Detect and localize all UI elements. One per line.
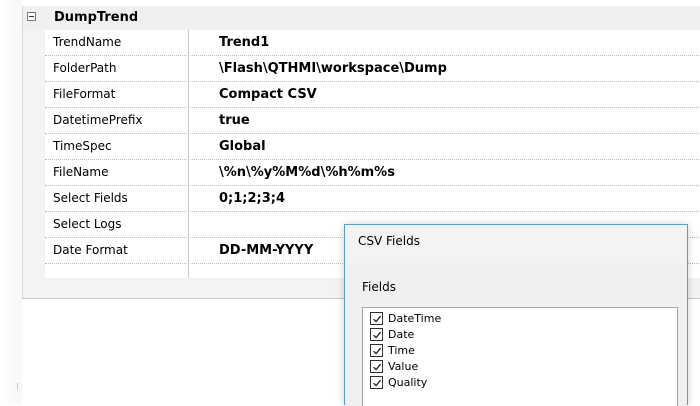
checkbox[interactable] [370, 376, 383, 389]
checkmark-icon [373, 379, 382, 387]
property-row-timespec[interactable]: TimeSpec Global [45, 134, 700, 160]
property-name: Date Format [53, 243, 128, 257]
column-separator[interactable] [188, 30, 189, 278]
property-value[interactable]: 0;1;2;3;4 [219, 191, 285, 207]
property-name: Select Logs [53, 217, 122, 231]
fields-list: DateTime Date Time Value Quality [362, 307, 678, 406]
property-value[interactable]: \%n\%y%M%d\%h%m%s [219, 165, 395, 181]
property-name: FolderPath [53, 61, 117, 75]
field-label: Date [388, 328, 415, 341]
property-name: TrendName [53, 35, 122, 49]
field-label: Quality [388, 376, 428, 389]
field-item-quality[interactable]: Quality [370, 375, 570, 391]
field-label: DateTime [388, 312, 442, 325]
property-value[interactable]: true [219, 113, 250, 129]
dialog-title: CSV Fields [358, 234, 420, 248]
property-name: FileFormat [53, 87, 116, 101]
background-left-edge [0, 0, 22, 405]
property-name: Select Fields [53, 191, 128, 205]
checkmark-icon [373, 347, 382, 355]
property-value[interactable]: \Flash\QTHMI\workspace\Dump [219, 61, 447, 77]
checkbox[interactable] [370, 360, 383, 373]
property-row-datetimeprefix[interactable]: DatetimePrefix true [45, 108, 700, 134]
property-name: FileName [53, 165, 109, 179]
dialog-body: Fields DateTime Date Time Value Quality [345, 263, 687, 406]
checkbox[interactable] [370, 344, 383, 357]
property-name: DatetimePrefix [53, 113, 143, 127]
field-item-time[interactable]: Time [370, 343, 570, 359]
csv-fields-dialog: CSV Fields Fields DateTime Date Time Val… [344, 224, 688, 406]
checkbox[interactable] [370, 328, 383, 341]
property-value[interactable]: Global [219, 139, 266, 155]
category-label: DumpTrend [54, 10, 139, 25]
background-tick [17, 383, 18, 390]
property-row-filename[interactable]: FileName \%n\%y%M%d\%h%m%s [45, 160, 700, 186]
checkbox[interactable] [370, 312, 383, 325]
checkmark-icon [373, 331, 382, 339]
property-row-folderpath[interactable]: FolderPath \Flash\QTHMI\workspace\Dump [45, 56, 700, 82]
property-row-select-fields[interactable]: Select Fields 0;1;2;3;4 [45, 186, 700, 212]
property-value[interactable]: DD-MM-YYYY [219, 243, 313, 259]
fields-label: Fields [362, 280, 396, 294]
field-item-date[interactable]: Date [370, 327, 570, 343]
collapse-toggle-icon[interactable] [27, 12, 36, 21]
field-item-value[interactable]: Value [370, 359, 570, 375]
checkmark-icon [373, 315, 382, 323]
property-row-fileformat[interactable]: FileFormat Compact CSV [45, 82, 700, 108]
property-value[interactable]: Compact CSV [219, 87, 317, 103]
property-name: TimeSpec [53, 139, 112, 153]
checkmark-icon [373, 363, 382, 371]
property-value[interactable]: Trend1 [219, 35, 269, 51]
property-row-trendname[interactable]: TrendName Trend1 [45, 30, 700, 56]
field-item-datetime[interactable]: DateTime [370, 311, 570, 327]
category-row-dumptrend[interactable]: DumpTrend [23, 6, 700, 30]
field-label: Time [388, 344, 415, 357]
field-label: Value [388, 360, 419, 373]
